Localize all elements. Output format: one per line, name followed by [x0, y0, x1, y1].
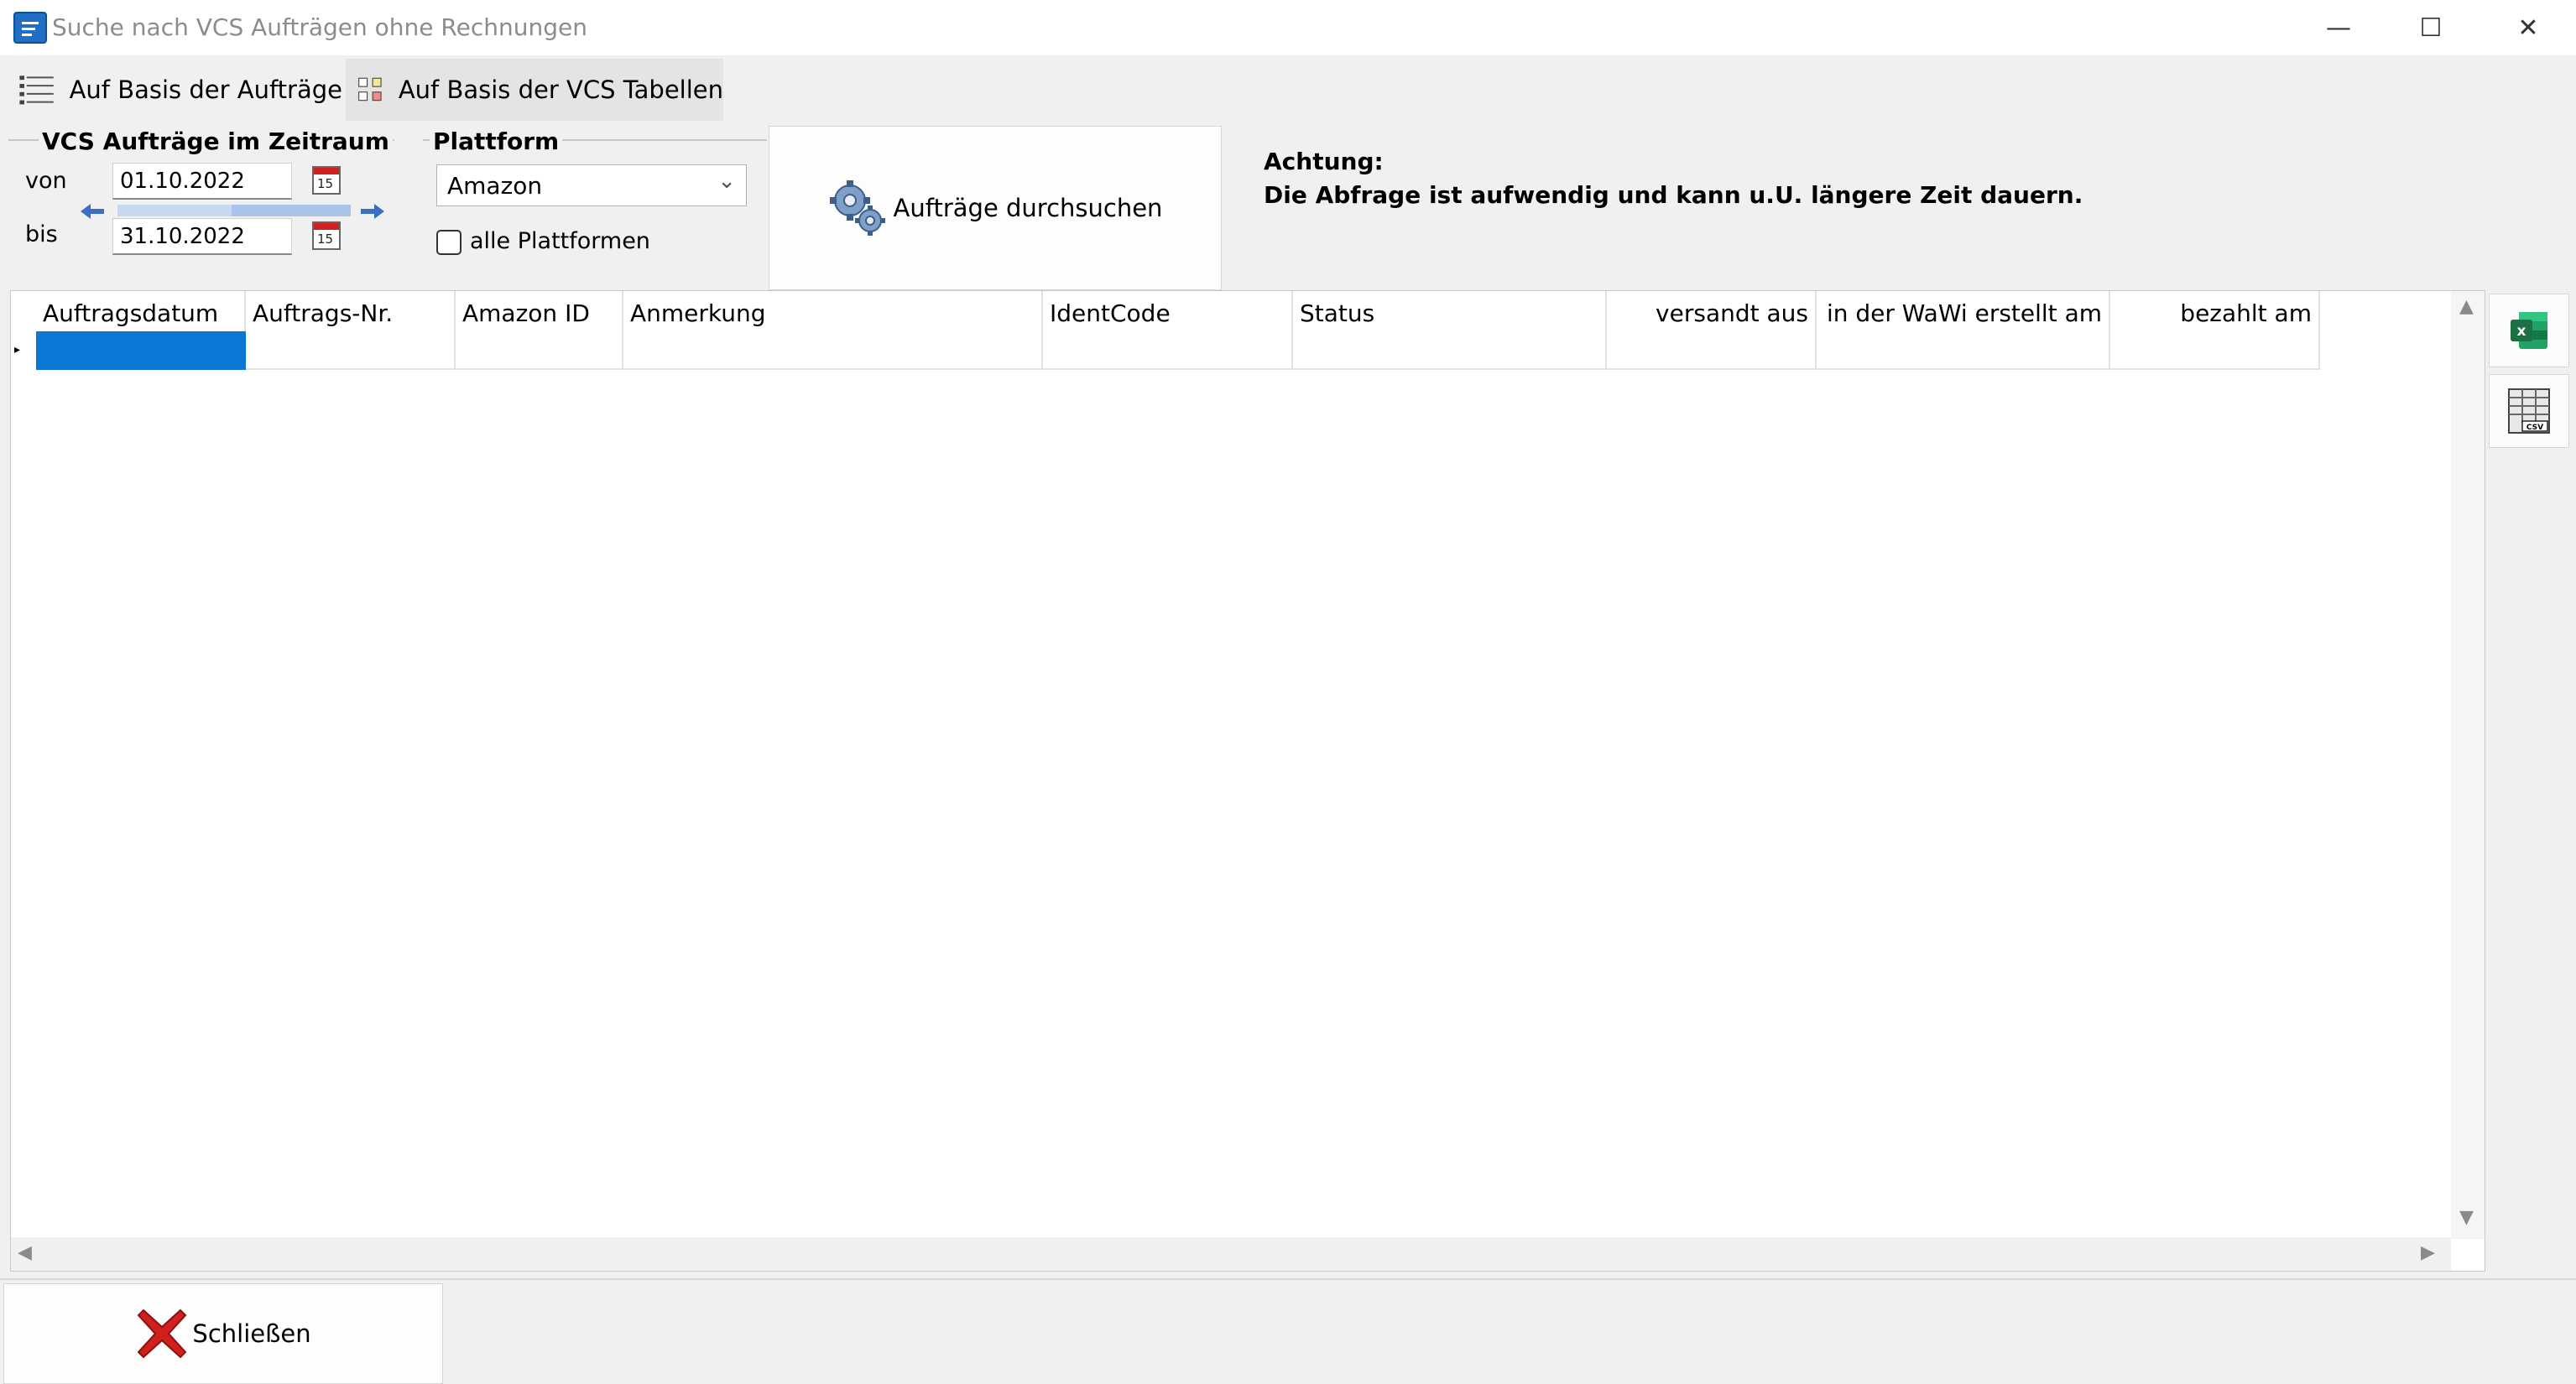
- scroll-up-icon[interactable]: ▲: [2459, 296, 2474, 317]
- period-group-title: VCS Aufträge im Zeitraum: [39, 127, 393, 155]
- warning-heading: Achtung:: [1264, 148, 1384, 175]
- list-icon: [19, 75, 54, 105]
- row-indicator-icon: ▸: [14, 343, 21, 356]
- to-label: bis: [25, 221, 58, 247]
- svg-text:x: x: [2517, 323, 2526, 340]
- title-bar: Suche nach VCS Aufträgen ohne Rechnungen…: [0, 0, 2576, 55]
- column-header-auftrags-nr[interactable]: Auftrags-Nr.: [246, 291, 456, 370]
- column-header-anmerkung[interactable]: Anmerkung: [623, 291, 1043, 370]
- search-orders-button[interactable]: Aufträge durchsuchen: [769, 126, 1222, 290]
- warning-text: Die Abfrage ist aufwendig und kann u.U. …: [1264, 181, 2083, 209]
- csv-export-button[interactable]: CSV: [2489, 374, 2569, 448]
- column-header-status[interactable]: Status: [1293, 291, 1607, 370]
- selected-cell[interactable]: [36, 331, 246, 370]
- next-period-arrow-icon[interactable]: [359, 201, 386, 221]
- column-header-amazon-id[interactable]: Amazon ID: [456, 291, 623, 370]
- close-red-x-icon: [138, 1309, 187, 1359]
- column-header-identcode[interactable]: IdentCode: [1043, 291, 1293, 370]
- from-label: von: [25, 168, 67, 194]
- period-slider-thumb[interactable]: [232, 205, 351, 216]
- chevron-down-icon: ⌄: [717, 169, 736, 194]
- minimize-button[interactable]: —: [2291, 0, 2386, 55]
- close-window-button[interactable]: ✕: [2480, 0, 2576, 55]
- vertical-scrollbar[interactable]: ▲ ▼: [2451, 291, 2485, 1239]
- gears-icon: [829, 180, 885, 236]
- to-date-input[interactable]: 31.10.2022: [112, 218, 292, 255]
- tab-vcs-tabellen[interactable]: Auf Basis der VCS Tabellen: [346, 59, 723, 121]
- to-calendar-icon[interactable]: 15: [312, 221, 341, 250]
- maximize-button[interactable]: ☐: [2383, 0, 2479, 55]
- scroll-right-icon[interactable]: ▶: [2421, 1242, 2435, 1263]
- previous-period-arrow-icon[interactable]: [79, 201, 106, 221]
- all-platforms-label[interactable]: alle Plattformen: [470, 228, 650, 254]
- minimize-icon: —: [2326, 13, 2351, 43]
- from-date-input[interactable]: 01.10.2022: [112, 163, 292, 200]
- results-grid[interactable]: Auftragsdatum Auftrags-Nr. Amazon ID Anm…: [10, 290, 2485, 1272]
- footer-separator: [0, 1278, 2576, 1280]
- tab-auftraege[interactable]: Auf Basis der Aufträge: [7, 59, 342, 121]
- scroll-left-icon[interactable]: ◀: [18, 1242, 32, 1263]
- app-icon: [13, 12, 47, 44]
- search-orders-label: Aufträge durchsuchen: [893, 194, 1163, 222]
- period-slider-track[interactable]: [117, 205, 351, 216]
- horizontal-scrollbar[interactable]: ◀ ▶: [11, 1237, 2451, 1271]
- csv-icon: CSV: [2508, 388, 2550, 434]
- column-header-versandt-aus[interactable]: versandt aus: [1607, 291, 1817, 370]
- scroll-down-icon[interactable]: ▼: [2459, 1207, 2474, 1228]
- column-header-wawi-erstellt-am[interactable]: in der WaWi erstellt am: [1817, 291, 2110, 370]
- platform-select[interactable]: Amazon ⌄: [436, 164, 747, 206]
- tab-auftraege-label: Auf Basis der Aufträge: [69, 75, 342, 104]
- excel-export-button[interactable]: x: [2489, 294, 2569, 367]
- table-grid-icon: [358, 77, 382, 101]
- excel-icon: x: [2511, 312, 2547, 349]
- window-title: Suche nach VCS Aufträgen ohne Rechnungen: [52, 13, 587, 41]
- column-header-bezahlt-am[interactable]: bezahlt am: [2110, 291, 2320, 370]
- platform-select-value: Amazon: [447, 172, 543, 200]
- maximize-icon: ☐: [2419, 13, 2443, 43]
- close-icon: ✕: [2517, 13, 2539, 43]
- all-platforms-checkbox[interactable]: [436, 230, 461, 255]
- platform-group-title: Plattform: [430, 127, 563, 155]
- tab-vcs-tabellen-label: Auf Basis der VCS Tabellen: [398, 75, 723, 104]
- close-button[interactable]: Schließen: [3, 1283, 443, 1384]
- svg-text:CSV: CSV: [2526, 424, 2543, 432]
- close-button-label: Schließen: [192, 1319, 311, 1348]
- from-calendar-icon[interactable]: 15: [312, 166, 341, 195]
